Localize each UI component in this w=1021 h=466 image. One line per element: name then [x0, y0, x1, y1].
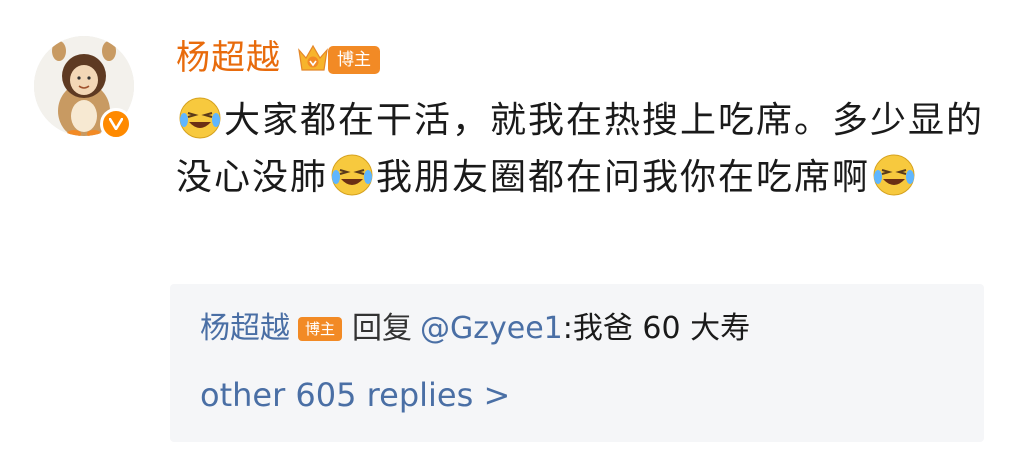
laughing-crying-emoji-icon — [179, 97, 221, 139]
reply-blogger-badge: 博主 — [298, 317, 342, 341]
laughing-crying-emoji-icon — [873, 154, 915, 196]
laughing-crying-emoji-icon — [331, 154, 373, 196]
blogger-badge: 博主 — [328, 46, 380, 74]
post-text-part-2: 我朋友圈都在问我你在吃席啊 — [376, 157, 871, 198]
verified-v-icon — [109, 118, 123, 130]
reply-username[interactable]: 杨超越 — [200, 311, 290, 346]
reply-line: 杨超越 博主 回复 @Gzyee1:我爸 60 大寿 — [200, 308, 750, 350]
more-replies-link[interactable]: other 605 replies > — [200, 374, 510, 416]
reply-box[interactable]: 杨超越 博主 回复 @Gzyee1:我爸 60 大寿 other 605 replie… — [170, 284, 984, 442]
post-content: 大家都在干活，就我在热搜上吃席。多少显的没心没肺 我朋友圈都在问我你在吃席啊 — [176, 92, 996, 206]
verified-badge — [100, 108, 132, 140]
reply-prefix: 回复 — [352, 311, 412, 346]
reply-text: :我爸 60 大寿 — [562, 311, 751, 346]
post-username[interactable]: 杨超越 — [176, 36, 281, 80]
crown-icon — [298, 44, 328, 71]
reply-mention-link[interactable]: @Gzyee1 — [420, 311, 563, 346]
